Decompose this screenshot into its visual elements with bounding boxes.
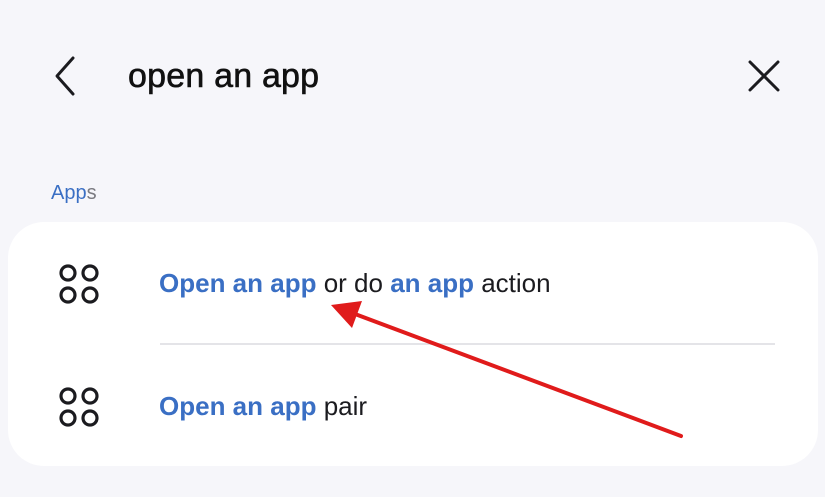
- section-label-match: App: [51, 182, 87, 204]
- search-query-text[interactable]: open an app: [128, 54, 320, 98]
- result-title: Open an app or do an app action: [159, 266, 551, 300]
- result-title-text: action: [473, 268, 551, 298]
- divider: [160, 343, 775, 345]
- result-title: Open an app pair: [159, 389, 367, 423]
- results-card: Open an app or do an app action Open an …: [8, 222, 818, 466]
- chevron-left-icon: [55, 56, 75, 96]
- result-title-text: pair: [316, 391, 368, 421]
- clear-search-button[interactable]: [738, 50, 790, 102]
- result-open-app-action[interactable]: Open an app or do an app action: [8, 222, 818, 342]
- back-button[interactable]: [40, 50, 92, 102]
- result-open-app-pair[interactable]: Open an app pair: [8, 346, 818, 466]
- close-icon: [748, 60, 780, 92]
- result-title-match: Open an app: [159, 391, 317, 421]
- result-title-match: an app: [390, 268, 474, 298]
- app-grid-icon: [59, 387, 99, 427]
- result-title-text: or do: [316, 268, 391, 298]
- search-header: open an app: [0, 0, 825, 150]
- app-grid-icon: [59, 264, 99, 304]
- section-label-apps: Apps: [51, 180, 97, 206]
- result-title-match: Open an app: [159, 268, 317, 298]
- section-label-rest: s: [86, 182, 97, 204]
